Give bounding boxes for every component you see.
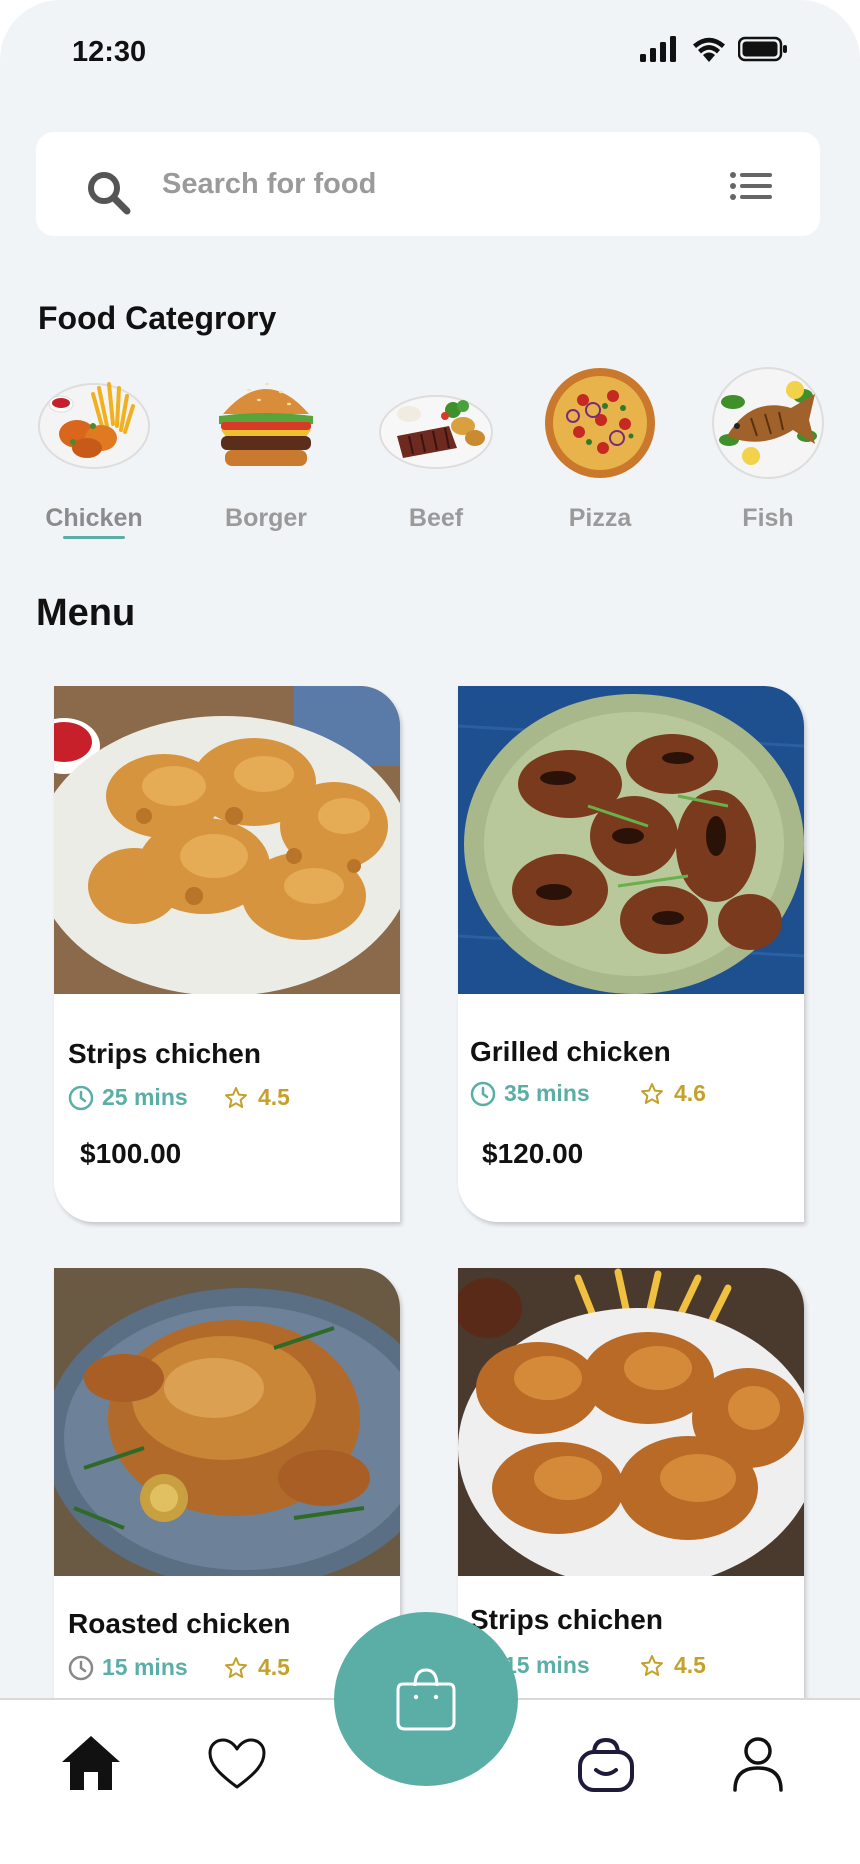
star-icon	[225, 1086, 247, 1108]
status-icons	[640, 36, 788, 62]
menu-title: Menu	[36, 592, 136, 634]
star-icon	[225, 1656, 247, 1678]
prep-time: 15 mins	[102, 1654, 188, 1680]
item-name: Strips chichen	[470, 1604, 663, 1635]
home-icon[interactable]	[60, 1734, 122, 1792]
rating-value: 4.5	[258, 1084, 290, 1110]
clock-icon	[68, 1085, 94, 1110]
status-time: 12:30	[72, 36, 147, 68]
item-name: Grilled chicken	[470, 1036, 671, 1067]
menu-card[interactable]: Grilled chicken 35 mins 4.6 $120.00	[458, 686, 804, 1222]
category-fish[interactable]: Fish	[698, 366, 838, 546]
item-price: $100.00	[80, 1138, 182, 1169]
fish-image	[712, 367, 824, 479]
search-icon	[88, 172, 131, 215]
prep-time: 15 mins	[504, 1652, 590, 1678]
category-label: Fish	[742, 504, 794, 532]
category-label: Beef	[408, 504, 464, 532]
fried-chicken-photo	[458, 1268, 804, 1576]
category-label: Chicken	[45, 504, 143, 532]
prep-time: 25 mins	[102, 1084, 188, 1110]
list-filter-icon[interactable]	[730, 172, 772, 200]
category-label: Pizza	[568, 504, 632, 532]
rating-value: 4.6	[674, 1080, 706, 1106]
item-meta: 25 mins 4.5	[68, 1084, 388, 1111]
clock-icon	[68, 1655, 94, 1680]
item-name: Roasted chicken	[68, 1608, 291, 1639]
search-bar[interactable]	[36, 132, 820, 236]
item-meta: 35 mins 4.6	[470, 1080, 790, 1107]
app-screen: 12:30 Food Categro	[0, 0, 860, 1864]
category-title: Food Categrory	[38, 300, 277, 336]
bag-icon	[396, 1668, 456, 1731]
star-icon	[641, 1654, 663, 1676]
item-price: $120.00	[482, 1138, 584, 1169]
clock-icon	[470, 1081, 496, 1106]
prep-time: 35 mins	[504, 1080, 590, 1106]
pizza-image	[545, 368, 655, 478]
category-pizza[interactable]: Pizza	[530, 366, 670, 546]
beef-image	[379, 395, 493, 469]
category-chicken[interactable]: Chicken	[24, 366, 164, 546]
category-borger[interactable]: Borger	[196, 366, 336, 546]
cart-icon[interactable]	[576, 1736, 636, 1792]
user-icon[interactable]	[732, 1736, 784, 1792]
category-active-indicator	[63, 536, 125, 539]
strips-chicken-photo	[54, 686, 400, 994]
item-name: Strips chichen	[68, 1038, 261, 1069]
bag-fab-button[interactable]	[334, 1612, 518, 1786]
menu-card[interactable]: Strips chichen 25 mins 4.5 $100.00	[54, 686, 400, 1222]
category-label: Borger	[225, 504, 307, 532]
wifi-icon	[693, 37, 725, 62]
item-meta: 15 mins 4.5	[470, 1652, 790, 1679]
signal-icon	[640, 36, 676, 62]
rating-value: 4.5	[674, 1652, 706, 1678]
grilled-chicken-photo	[458, 686, 804, 994]
category-beef[interactable]: Beef	[366, 366, 506, 546]
chicken-image	[38, 382, 150, 469]
heart-icon[interactable]	[208, 1738, 266, 1790]
rating-value: 4.5	[258, 1654, 290, 1680]
battery-icon	[738, 36, 787, 62]
burger-image	[219, 382, 313, 466]
search-input[interactable]	[162, 158, 722, 210]
star-icon	[641, 1082, 663, 1104]
roasted-chicken-photo	[54, 1268, 400, 1576]
